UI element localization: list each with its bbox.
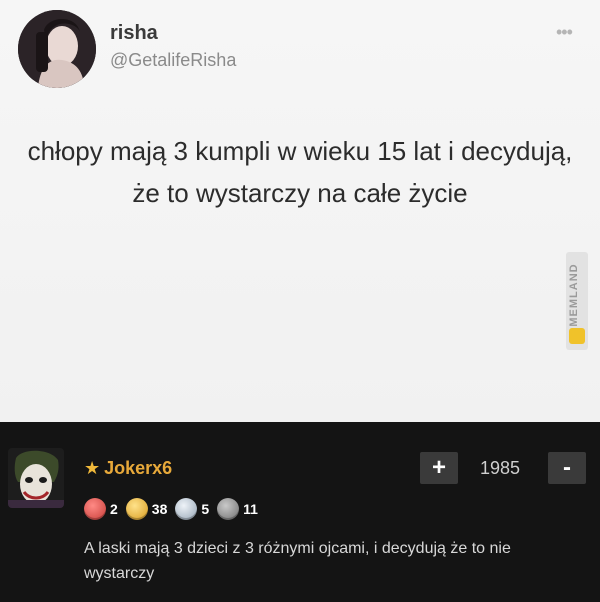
badge-gold-count: 38 [151,501,168,517]
badge-gold: 38 [125,498,168,520]
badge-gray-count: 11 [243,501,258,517]
silver-badge-icon [175,498,198,520]
badge-silver-count: 5 [201,501,210,517]
smiley-icon [569,328,585,344]
badge-silver: 5 [175,498,209,520]
gold-badge-icon [125,498,148,520]
avatar[interactable] [18,10,96,88]
tweet-text: chłopy mają 3 kumpli w wieku 15 lat i de… [27,136,573,208]
badge-gray: 11 [217,498,258,520]
more-dots-icon[interactable]: ••• [556,23,584,41]
comment-block: ★ Jokerx6 + 1985 - 2 38 5 11 A laski mają… [0,422,600,602]
watermark: MEMLAND [566,252,588,350]
upvote-button[interactable]: + [420,452,458,484]
watermark-text: MEMLAND [568,263,580,327]
badge-list: 2 38 5 11 [84,498,266,520]
commenter-avatar[interactable] [8,448,64,508]
badge-red-count: 2 [110,501,118,517]
tweet-card: risha @GetalifeRisha ••• chłopy mają 3 k… [0,0,600,422]
gray-badge-icon [217,498,240,520]
commenter-username[interactable]: ★ Jokerx6 [84,458,172,479]
red-badge-icon [84,498,106,520]
comment-text: A laski mają 3 dzieci z 3 różnymi ojcami… [84,540,511,582]
commenter-username-label: Jokerx6 [104,458,173,478]
downvote-button[interactable]: - [548,452,586,484]
user-handle[interactable]: @GetalifeRisha [110,50,236,71]
badge-red: 2 [84,498,118,520]
vote-score: 1985 [480,458,521,478]
display-name[interactable]: risha [110,22,158,45]
star-icon: ★ [84,458,101,478]
